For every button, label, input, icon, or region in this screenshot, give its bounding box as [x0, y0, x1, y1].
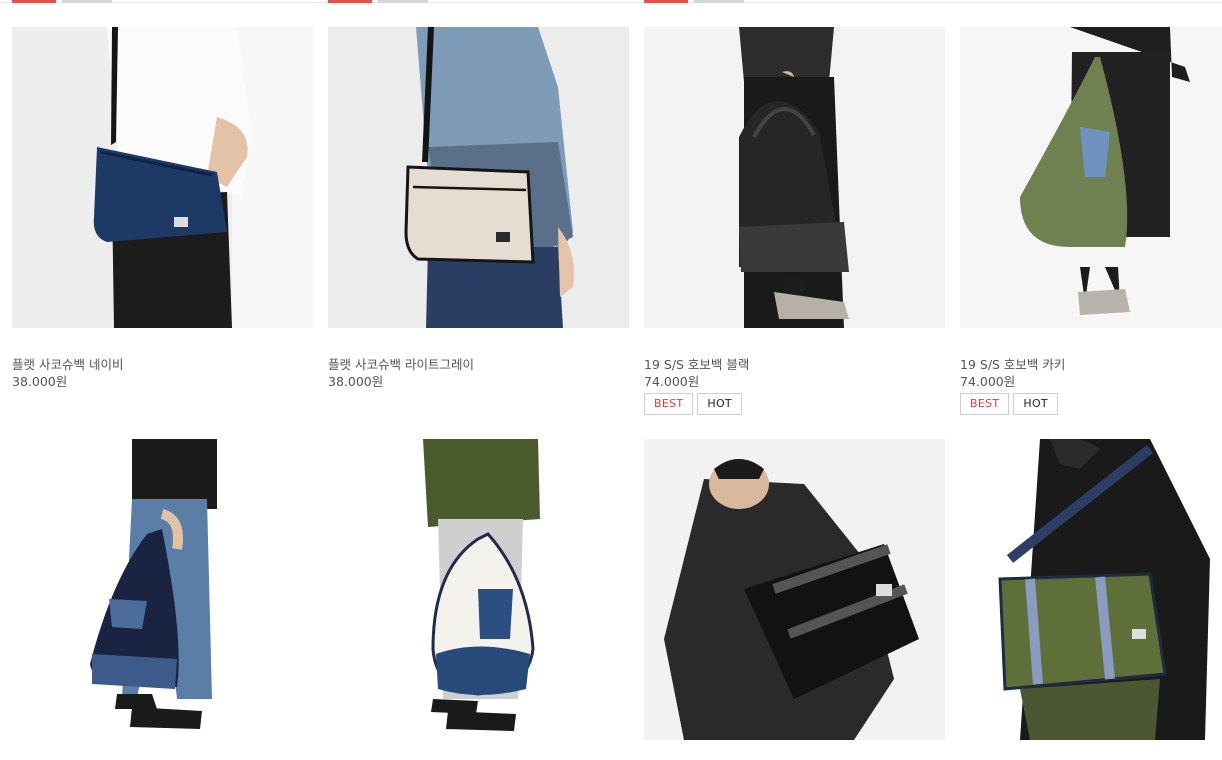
- product-price: 74.000원: [960, 374, 1016, 389]
- product-thumbnail[interactable]: [328, 439, 629, 740]
- product-thumbnail[interactable]: [12, 439, 313, 740]
- badge-hot: HOT: [697, 393, 742, 415]
- product-photo-khaki-messenger: [960, 439, 1222, 740]
- badge-group: BEST HOT: [960, 393, 1058, 415]
- product-price: 38.000원: [12, 374, 68, 389]
- badge-hot: HOT: [1013, 393, 1058, 415]
- product-photo-black-messenger: [644, 439, 945, 740]
- product-card[interactable]: 플랫 사코슈백 네이비 38.000원: [12, 27, 313, 417]
- product-photo-black-hobo: [644, 27, 945, 328]
- product-card[interactable]: 19 S/S 호보백 카키 74.000원 BEST HOT: [960, 27, 1222, 417]
- product-price: 38.000원: [328, 374, 384, 389]
- product-photo-lightgray-sacoche: [328, 27, 629, 328]
- product-photo-white-denim-hobo: [328, 439, 629, 740]
- product-photo-khaki-hobo: [960, 27, 1222, 328]
- product-grid: 플랫 사코슈백 네이비 38.000원 플랫 사코슈백 라이트그레이 38.00…: [0, 0, 1222, 760]
- product-card[interactable]: [12, 439, 313, 760]
- product-thumbnail[interactable]: [644, 27, 945, 328]
- product-thumbnail[interactable]: [12, 27, 313, 328]
- product-thumbnail[interactable]: [644, 439, 945, 740]
- product-thumbnail[interactable]: [960, 439, 1222, 740]
- product-card[interactable]: [960, 439, 1222, 760]
- product-card[interactable]: [644, 439, 945, 760]
- product-thumbnail[interactable]: [328, 27, 629, 328]
- product-price: 74.000원: [644, 374, 700, 389]
- product-card[interactable]: [328, 439, 629, 760]
- product-photo-navy-sacoche: [12, 27, 313, 328]
- product-thumbnail[interactable]: [960, 27, 1222, 328]
- badge-best: BEST: [960, 393, 1010, 415]
- product-card[interactable]: 플랫 사코슈백 라이트그레이 38.000원: [328, 27, 629, 417]
- badge-best: BEST: [644, 393, 694, 415]
- product-photo-navy-denim-hobo: [12, 439, 313, 740]
- badge-group: BEST HOT: [644, 393, 742, 415]
- product-card[interactable]: 19 S/S 호보백 블랙 74.000원 BEST HOT: [644, 27, 945, 417]
